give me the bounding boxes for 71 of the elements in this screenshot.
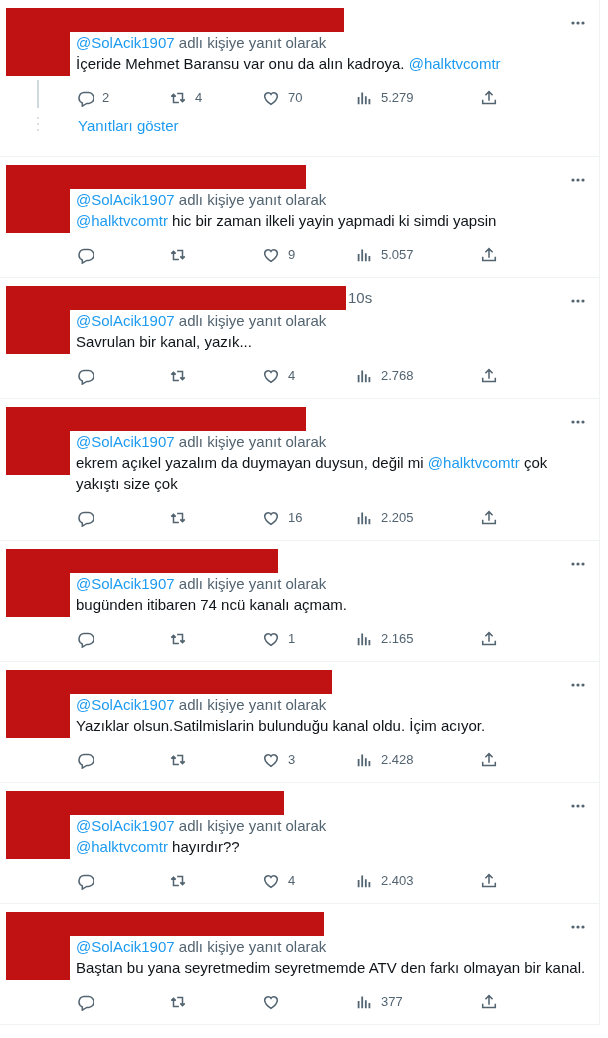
redaction-block <box>6 936 70 980</box>
reply-context: @SolAcik1907 adlı kişiye yanıt olarak <box>76 574 328 594</box>
view-count: 2.768 <box>381 367 414 386</box>
tweet-text: bugünden itibaren 74 ncü kanalı açmam. <box>76 595 348 615</box>
redaction-block <box>6 189 70 233</box>
like-count: 9 <box>288 246 296 265</box>
reply-context: @SolAcik1907 adlı kişiye yanıt olarak <box>76 937 328 957</box>
redaction-block <box>6 431 70 475</box>
heart-icon[interactable] <box>262 993 280 1011</box>
reply-context: @SolAcik1907 adlı kişiye yanıt olarak <box>76 432 328 452</box>
mention-link[interactable]: @halktvcomtr <box>76 838 168 855</box>
tweet-text: ekrem açıkel yazalım da duymayan duysun, değil mi @halktvcomtr çok yakıştı size çok <box>76 453 549 494</box>
view-count: 2.165 <box>381 630 414 649</box>
tweet-text: Savrulan bir kanal, yazık... <box>76 332 253 352</box>
share-icon[interactable] <box>480 246 498 264</box>
like-count: 4 <box>288 872 296 891</box>
view-count: 377 <box>381 993 403 1012</box>
heart-icon[interactable] <box>262 751 280 769</box>
reply-icon[interactable] <box>76 246 94 264</box>
like-count: 4 <box>288 367 296 386</box>
mention-link[interactable]: @halktvcomtr <box>76 212 168 229</box>
heart-icon[interactable] <box>262 367 280 385</box>
heart-icon[interactable] <box>262 872 280 890</box>
replie-count: 2 <box>102 89 110 108</box>
share-icon[interactable] <box>480 872 498 890</box>
heart-icon[interactable] <box>262 509 280 527</box>
tweet-text: @halktvcomtr hic bir zaman ilkeli yayin yapmadi ki simdi yapsin <box>76 211 498 231</box>
reply-icon[interactable] <box>76 630 94 648</box>
view-count: 2.205 <box>381 509 414 528</box>
reply-context: @SolAcik1907 adlı kişiye yanıt olarak <box>76 190 328 210</box>
redaction-block <box>6 815 70 859</box>
reply-icon[interactable] <box>76 509 94 527</box>
tweet-text: Baştan bu yana seyretmedim seyretmemde ATV den farkı olmayan bir kanal. <box>76 958 587 978</box>
share-icon[interactable] <box>480 630 498 648</box>
view-count: 5.057 <box>381 246 414 265</box>
reply-context: @SolAcik1907 adlı kişiye yanıt olarak <box>76 695 328 715</box>
reply-icon[interactable] <box>76 751 94 769</box>
reply-context: @SolAcik1907 adlı kişiye yanıt olarak <box>76 816 328 836</box>
share-icon[interactable] <box>480 751 498 769</box>
heart-icon[interactable] <box>262 89 280 107</box>
timestamp: 10s <box>348 287 373 308</box>
view-count: 2.428 <box>381 751 414 770</box>
reply-icon[interactable] <box>76 872 94 890</box>
reply-context: @SolAcik1907 adlı kişiye yanıt olarak <box>76 33 328 53</box>
like-count: 1 <box>288 630 296 649</box>
share-icon[interactable] <box>480 509 498 527</box>
share-icon[interactable] <box>480 993 498 1011</box>
like-count: 3 <box>288 751 296 770</box>
redaction-block <box>6 694 70 738</box>
tweet-text: Yazıklar olsun.Satilmislarin bulunduğu kanal oldu. İçim acıyor. <box>76 716 487 736</box>
redaction-block <box>6 573 70 617</box>
redaction-block <box>6 32 70 76</box>
reply-icon[interactable] <box>76 89 94 107</box>
heart-icon[interactable] <box>262 246 280 264</box>
like-count: 70 <box>288 89 303 108</box>
heart-icon[interactable] <box>262 630 280 648</box>
share-icon[interactable] <box>480 89 498 107</box>
show-replies-link[interactable]: Yanıtları göster <box>78 114 179 138</box>
reply-icon[interactable] <box>76 367 94 385</box>
tweet-text: İçeride Mehmet Baransu var onu da alın kadroya. @halktvcomtr <box>76 54 502 74</box>
like-count: 16 <box>288 509 303 528</box>
redaction-block <box>6 310 70 354</box>
mention-link[interactable]: @halktvcomtr <box>408 55 501 72</box>
view-count: 2.403 <box>381 872 414 891</box>
view-count: 5.279 <box>381 89 414 108</box>
retweet-count: 4 <box>195 89 203 108</box>
reply-icon[interactable] <box>76 993 94 1011</box>
share-icon[interactable] <box>480 367 498 385</box>
reply-context: @SolAcik1907 adlı kişiye yanıt olarak <box>76 311 328 331</box>
mention-link[interactable]: @halktvcomtr <box>427 454 520 471</box>
tweet-text: @halktvcomtr hayırdır?? <box>76 837 241 857</box>
